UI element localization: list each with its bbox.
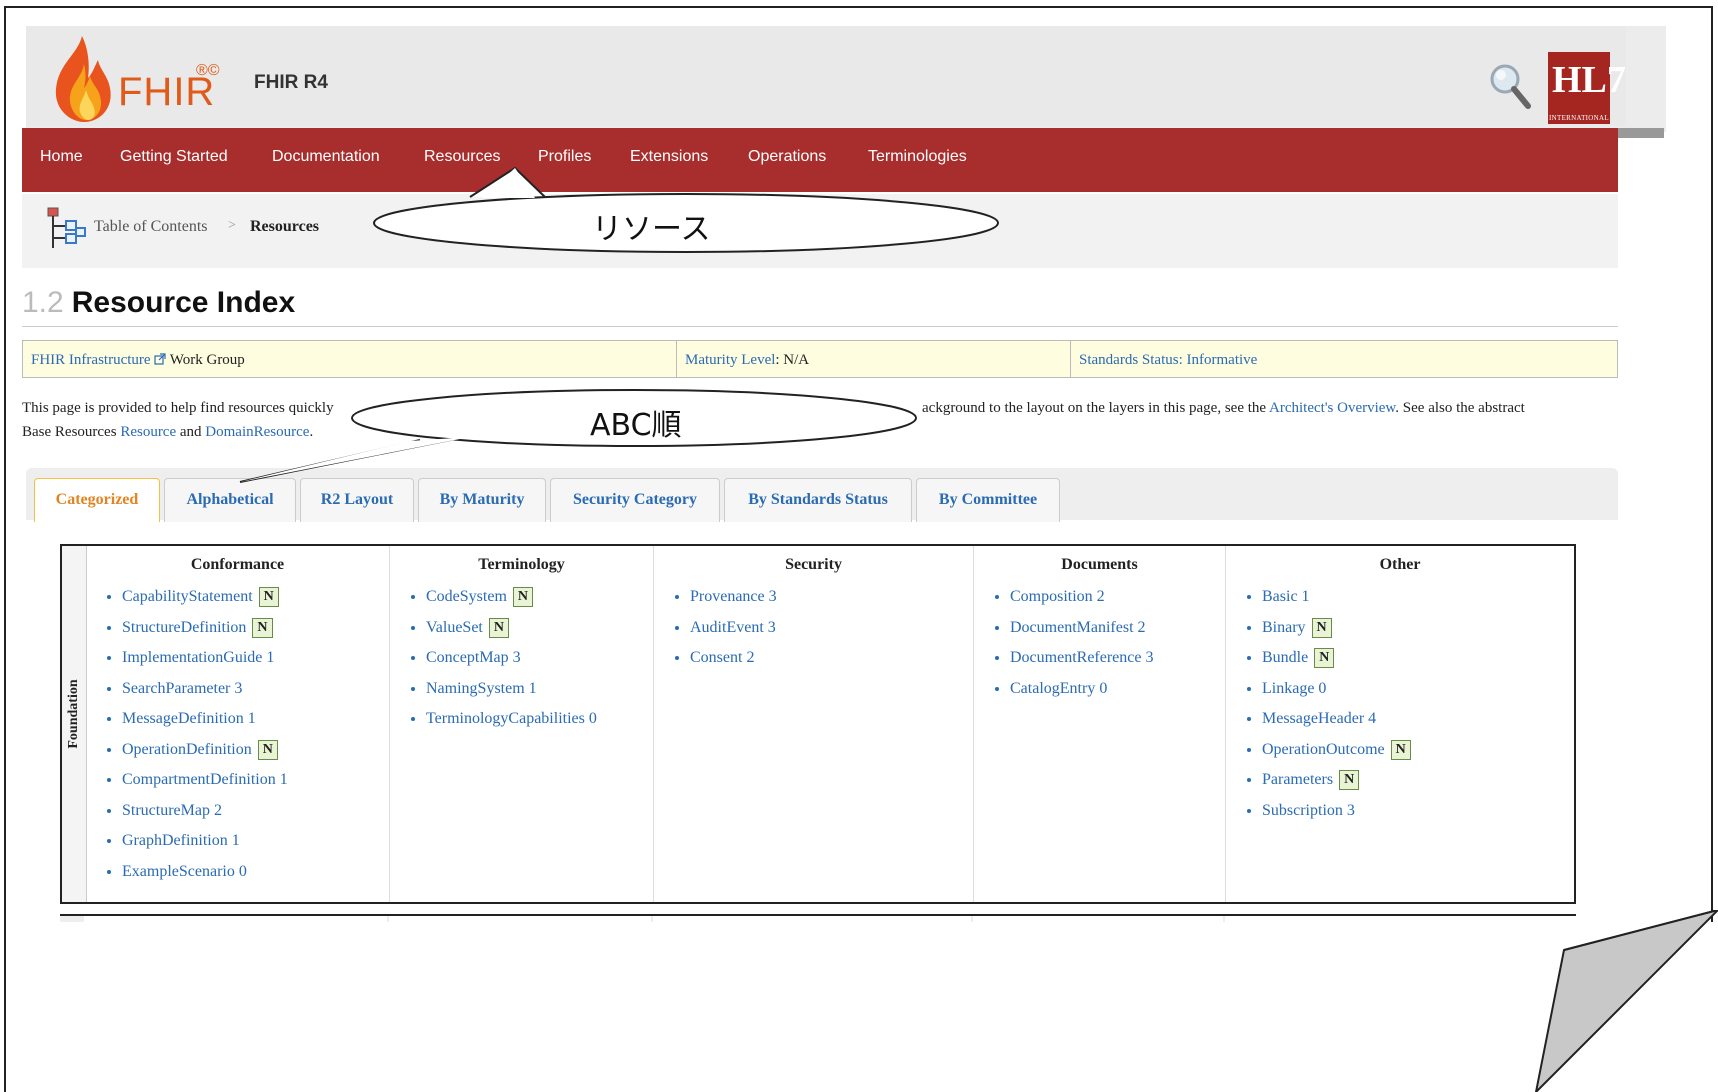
page-curl-icon [1534, 910, 1718, 1092]
callout-alphabetical: ABC順 [590, 408, 682, 443]
frame-edges [4, 920, 6, 1092]
callout-resources: リソース [592, 212, 711, 247]
